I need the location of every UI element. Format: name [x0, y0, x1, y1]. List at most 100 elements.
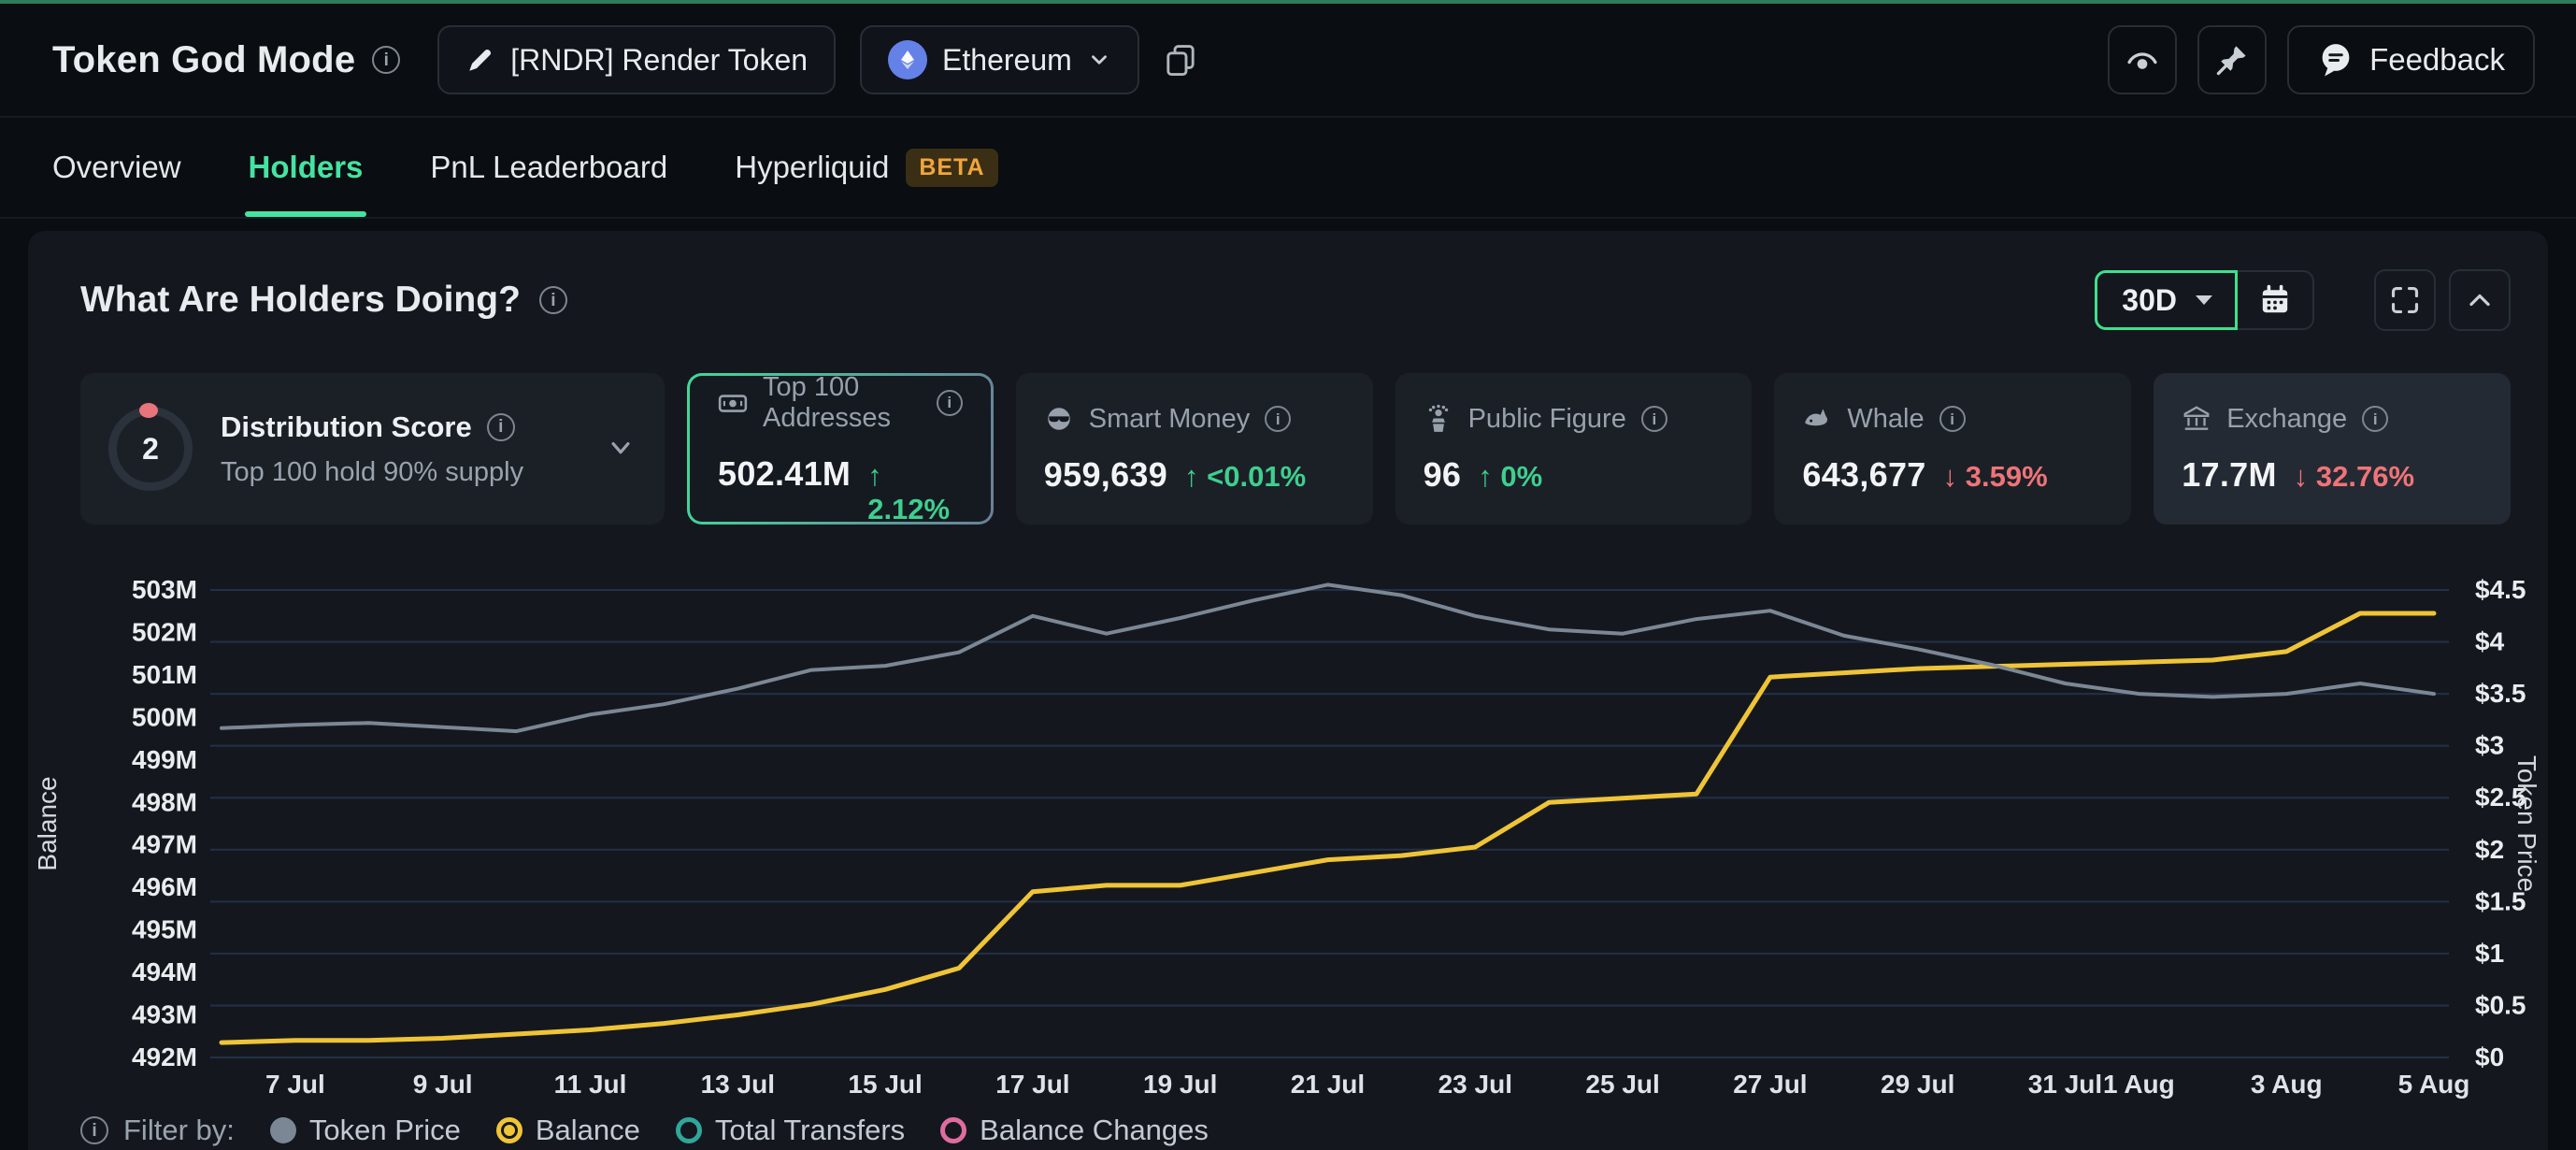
chevron-up-icon [2464, 284, 2496, 316]
left-axis-tick-label: 495M [132, 915, 197, 944]
info-icon[interactable]: i [937, 390, 963, 416]
balance-changes-swatch [940, 1117, 966, 1143]
right-axis-tick-label: $0.5 [2475, 990, 2526, 1019]
feedback-button[interactable]: Feedback [2287, 25, 2535, 94]
holder-stat-cards: 2 Distribution Score i Top 100 hold 90% … [28, 334, 2548, 525]
card-change: ↑ 0% [1478, 460, 1542, 494]
right-axis-tick-label: $4.5 [2475, 575, 2526, 604]
x-axis-tick-label: 29 Jul [1881, 1070, 1954, 1099]
distribution-score-gauge: 2 [108, 407, 193, 491]
left-axis-title: Balance [33, 776, 62, 870]
collapse-panel-button[interactable] [2449, 269, 2511, 331]
left-axis-tick-label: 500M [132, 702, 197, 731]
card-change: ↑ <0.01% [1184, 460, 1306, 494]
watchlist-button[interactable] [2108, 25, 2177, 94]
info-icon[interactable]: i [1641, 406, 1667, 432]
legend-balance-changes[interactable]: Balance Changes [940, 1114, 1209, 1147]
public-figure-icon [1424, 404, 1453, 434]
x-axis-tick-label: 25 Jul [1585, 1070, 1659, 1099]
tab-hyperliquid[interactable]: Hyperliquid BETA [735, 118, 997, 217]
x-axis-tick-label: 5 Aug [2398, 1070, 2470, 1099]
x-axis-tick-label: 21 Jul [1291, 1070, 1365, 1099]
info-icon[interactable]: i [539, 286, 567, 314]
tab-overview[interactable]: Overview [52, 118, 181, 217]
card-exchange[interactable]: Exchange i 17.7M ↓ 32.76% [2154, 373, 2511, 525]
legend-balance[interactable]: Balance [496, 1114, 640, 1147]
ethereum-icon [888, 40, 927, 79]
card-change: ↑ 2.12% [867, 459, 963, 526]
left-axis-tick-label: 494M [132, 957, 197, 986]
x-axis-tick-label: 19 Jul [1143, 1070, 1217, 1099]
legend-token-price[interactable]: Token Price [270, 1114, 461, 1147]
token-price-swatch [270, 1117, 296, 1143]
copy-address-button[interactable] [1164, 43, 1197, 77]
holders-activity-panel: What Are Holders Doing? i 30D [28, 231, 2548, 1150]
time-range-value: 30D [2122, 283, 2177, 318]
info-icon[interactable]: i [487, 413, 515, 441]
left-axis-tick-label: 492M [132, 1042, 197, 1071]
token-selector-label: [RNDR] Render Token [510, 43, 808, 78]
page-title: Token God Mode [52, 39, 355, 81]
left-axis-tick-label: 497M [132, 830, 197, 859]
right-axis-tick-label: $3 [2475, 731, 2504, 760]
card-value: 17.7M [2182, 455, 2277, 495]
card-value: 502.41M [718, 454, 851, 494]
card-distribution-score[interactable]: 2 Distribution Score i Top 100 hold 90% … [80, 373, 665, 525]
fullscreen-icon [2389, 284, 2421, 316]
series-line-token-price [222, 584, 2434, 731]
calendar-button[interactable] [2238, 270, 2314, 330]
left-axis-tick-label: 502M [132, 617, 197, 646]
info-icon[interactable]: i [372, 46, 400, 74]
right-axis-title: Token Price [2512, 755, 2541, 892]
legend-total-transfers[interactable]: Total Transfers [676, 1114, 905, 1147]
tab-pnl-leaderboard[interactable]: PnL Leaderboard [430, 118, 667, 217]
token-selector-button[interactable]: [RNDR] Render Token [437, 25, 836, 94]
left-axis-tick-label: 501M [132, 660, 197, 689]
left-axis-tick-label: 496M [132, 872, 197, 901]
holders-chart-area: 503M502M501M500M499M498M497M496M495M494M… [28, 562, 2548, 1104]
card-value: 643,677 [1802, 455, 1925, 495]
x-axis-tick-label: 17 Jul [995, 1070, 1069, 1099]
x-axis-tick-label: 7 Jul [265, 1070, 325, 1099]
card-public-figure[interactable]: Public Figure i 96 ↑ 0% [1395, 373, 1753, 525]
card-whale[interactable]: Whale i 643,677 ↓ 3.59% [1774, 373, 2131, 525]
x-axis-tick-label: 27 Jul [1733, 1070, 1807, 1099]
x-axis-tick-label: 3 Aug [2251, 1070, 2323, 1099]
holders-chart[interactable]: 503M502M501M500M499M498M497M496M495M494M… [28, 562, 2548, 1104]
card-smart-money[interactable]: Smart Money i 959,639 ↑ <0.01% [1016, 373, 1373, 525]
right-axis-tick-label: $4 [2475, 627, 2505, 656]
smart-money-icon [1044, 404, 1074, 434]
pin-button[interactable] [2197, 25, 2267, 94]
left-axis-tick-label: 499M [132, 745, 197, 774]
x-axis-tick-label: 9 Jul [413, 1070, 473, 1099]
left-axis-tick-label: 498M [132, 787, 197, 816]
card-title: Distribution Score [221, 410, 472, 444]
x-axis-tick-label: 1 Aug [2103, 1070, 2175, 1099]
right-axis-tick-label: $2 [2475, 835, 2504, 864]
feedback-label: Feedback [2369, 42, 2505, 78]
bank-icon [2182, 404, 2211, 434]
time-range-dropdown[interactable]: 30D [2095, 270, 2238, 330]
chevron-down-icon [1087, 48, 1111, 72]
app-header: Token God Mode i [RNDR] Render Token Eth… [0, 4, 2576, 118]
info-icon[interactable]: i [1939, 406, 1966, 432]
info-icon[interactable]: i [80, 1116, 108, 1144]
right-axis-tick-label: $3.5 [2475, 679, 2526, 708]
x-axis-tick-label: 23 Jul [1438, 1070, 1512, 1099]
right-axis-tick-label: $0 [2475, 1042, 2504, 1071]
x-axis-tick-label: 15 Jul [848, 1070, 922, 1099]
distribution-score-subtitle: Top 100 hold 90% supply [221, 457, 577, 488]
info-icon[interactable]: i [1265, 406, 1291, 432]
tab-holders[interactable]: Holders [249, 118, 364, 217]
info-icon[interactable]: i [2362, 406, 2388, 432]
network-selector-button[interactable]: Ethereum [860, 25, 1139, 94]
distribution-score-value: 2 [142, 432, 159, 467]
card-top-100-addresses[interactable]: Top 100 Addresses i 502.41M ↑ 2.12% [690, 376, 991, 522]
fullscreen-button[interactable] [2374, 269, 2436, 331]
gauge-marker-dot [139, 403, 158, 418]
chat-bubble-icon [2317, 41, 2354, 79]
chevron-down-icon[interactable] [605, 431, 637, 467]
pencil-icon [465, 45, 495, 75]
x-axis-tick-label: 11 Jul [554, 1070, 627, 1099]
balance-swatch [496, 1117, 522, 1143]
